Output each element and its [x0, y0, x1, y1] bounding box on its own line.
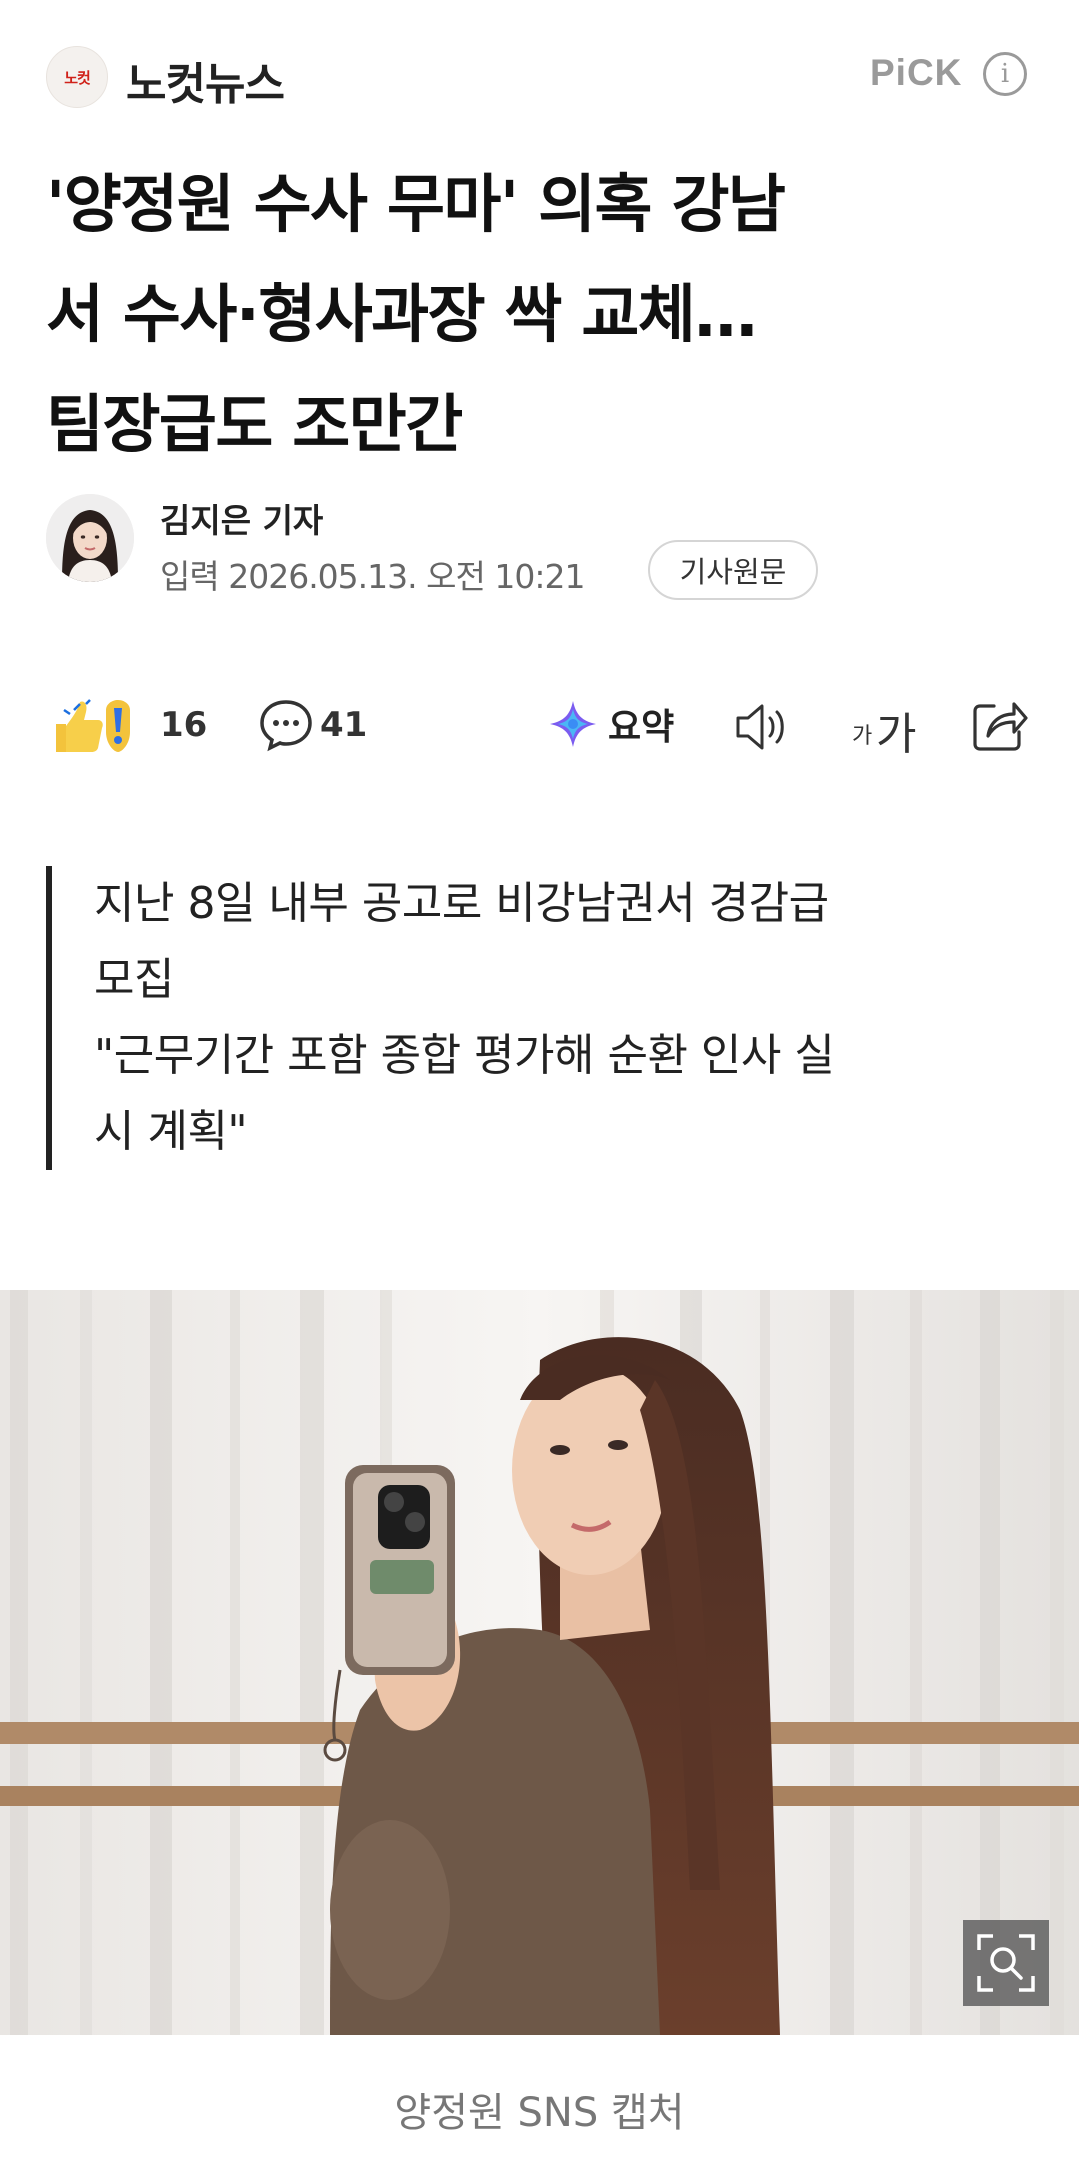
speech-bubble-icon[interactable]: [258, 696, 314, 752]
sparkle-icon: [550, 701, 596, 747]
summary-line: "근무기간 포함 종합 평가해 순환 인사 실: [94, 1030, 835, 1081]
press-name[interactable]: 노컷뉴스: [126, 48, 285, 112]
reporter-avatar[interactable]: [46, 494, 134, 582]
reaction-count: 16: [160, 705, 208, 745]
summary-line: 모집: [94, 954, 174, 1005]
article-header: 노컷 노컷뉴스 PiCK i: [0, 0, 1079, 150]
photo-caption: 양정원 SNS 캡처: [394, 2090, 685, 2136]
thumbs-up-and-exclamation-icon[interactable]: [50, 698, 148, 754]
summary-label: 요약: [608, 707, 675, 748]
share-icon[interactable]: [970, 696, 1028, 754]
title-line: 서 수사·형사과장 싹 교체…: [46, 278, 757, 351]
font-large-glyph: 가: [876, 709, 917, 760]
reporter-name[interactable]: 김지은 기자: [160, 494, 323, 542]
original-article-button[interactable]: 기사원문: [648, 540, 818, 600]
article-summary: 지난 8일 내부 공고로 비강남권서 경감급 모집 "근무기간 포함 종합 평가…: [46, 866, 1046, 1170]
article-title: '양정원 수사 무마' 의혹 강남 서 수사·형사과장 싹 교체… 팀장급도 조…: [46, 150, 1046, 480]
info-icon[interactable]: i: [983, 52, 1027, 96]
speaker-icon[interactable]: [734, 700, 794, 754]
summary-line: 지난 8일 내부 공고로 비강남권서 경감급: [94, 878, 829, 929]
summary-button[interactable]: 요약: [548, 696, 674, 752]
published-date: 입력 2026.05.13. 오전 10:21: [160, 557, 585, 596]
zoom-icon: [977, 1934, 1035, 1992]
font-size-icon[interactable]: 가 가: [852, 694, 922, 760]
title-line: '양정원 수사 무마' 의혹 강남: [46, 168, 786, 241]
comment-count: 41: [320, 705, 368, 745]
title-line: 팀장급도 조만간: [46, 388, 463, 461]
pick-label: PiCK: [870, 52, 963, 93]
zoom-button[interactable]: [963, 1920, 1049, 2006]
press-logo[interactable]: 노컷: [46, 46, 108, 108]
font-small-glyph: 가: [852, 724, 873, 749]
summary-line: 시 계획": [94, 1106, 248, 1157]
article-photo[interactable]: [0, 1290, 1079, 2035]
press-logo-text: 노컷: [64, 68, 91, 87]
